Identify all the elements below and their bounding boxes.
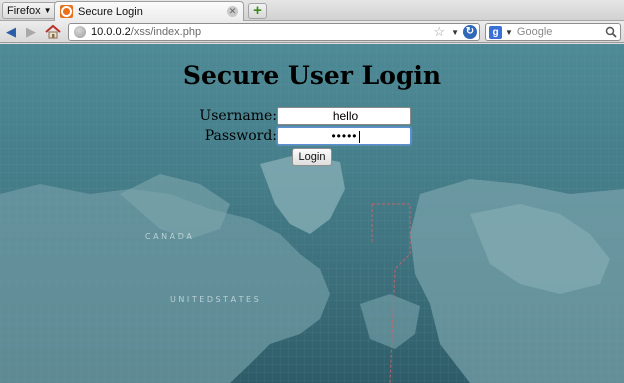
url-history-icon[interactable]: ▼	[451, 24, 459, 41]
password-row: Password: •••••	[0, 127, 624, 145]
url-host: 10.0.0.2	[91, 26, 131, 38]
firefox-menu-button[interactable]: Firefox ▼	[2, 2, 57, 19]
bookmark-star-icon[interactable]: ☆	[433, 24, 445, 40]
chevron-down-icon: ▼	[43, 6, 52, 15]
new-tab-button[interactable]: +	[248, 3, 267, 19]
map-label-united-states: U N I T E D S T A T E S	[170, 295, 259, 304]
username-row: Username: hello	[0, 107, 624, 125]
text-caret	[358, 130, 360, 143]
web-page: C A N A D A U N I T E D S T A T E S Secu…	[0, 44, 624, 383]
tab-favicon-icon	[60, 5, 73, 18]
search-go-icon[interactable]	[605, 26, 617, 38]
navigation-toolbar: ◀ ▶ 10.0.0.2/xss/index.php ☆ ▼ ↻ g ▼	[0, 21, 624, 43]
url-text[interactable]: 10.0.0.2/xss/index.php	[91, 26, 201, 38]
page-title: Secure User Login	[182, 61, 442, 90]
site-identity-icon[interactable]	[74, 26, 86, 38]
password-mask: •••••	[331, 129, 358, 143]
back-icon[interactable]: ◀	[3, 24, 19, 40]
username-label: Username:	[199, 108, 277, 124]
tab-bar: Firefox ▼ Secure Login ✕ +	[0, 0, 624, 21]
password-label: Password:	[204, 128, 277, 144]
forward-icon[interactable]: ▶	[23, 24, 39, 40]
close-icon[interactable]: ✕	[227, 6, 238, 17]
search-engine-icon[interactable]: g	[489, 25, 502, 39]
password-field[interactable]: •••••	[277, 127, 411, 145]
tab-secure-login[interactable]: Secure Login ✕	[54, 1, 244, 21]
username-field[interactable]: hello	[277, 107, 411, 125]
reload-icon[interactable]: ↻	[463, 25, 477, 39]
url-bar[interactable]: 10.0.0.2/xss/index.php ☆ ▼ ↻	[68, 23, 480, 41]
url-path: /xss/index.php	[130, 26, 202, 38]
tab-title: Secure Login	[78, 5, 143, 18]
chevron-down-icon[interactable]: ▼	[505, 28, 513, 37]
map-label-canada: C A N A D A	[145, 232, 192, 241]
firefox-menu-label: Firefox	[7, 4, 41, 17]
home-icon[interactable]	[45, 24, 61, 40]
login-button[interactable]: Login	[292, 148, 332, 166]
search-bar[interactable]: g ▼	[485, 23, 621, 41]
search-input[interactable]	[516, 26, 605, 38]
world-map-background: C A N A D A U N I T E D S T A T E S	[0, 44, 624, 383]
